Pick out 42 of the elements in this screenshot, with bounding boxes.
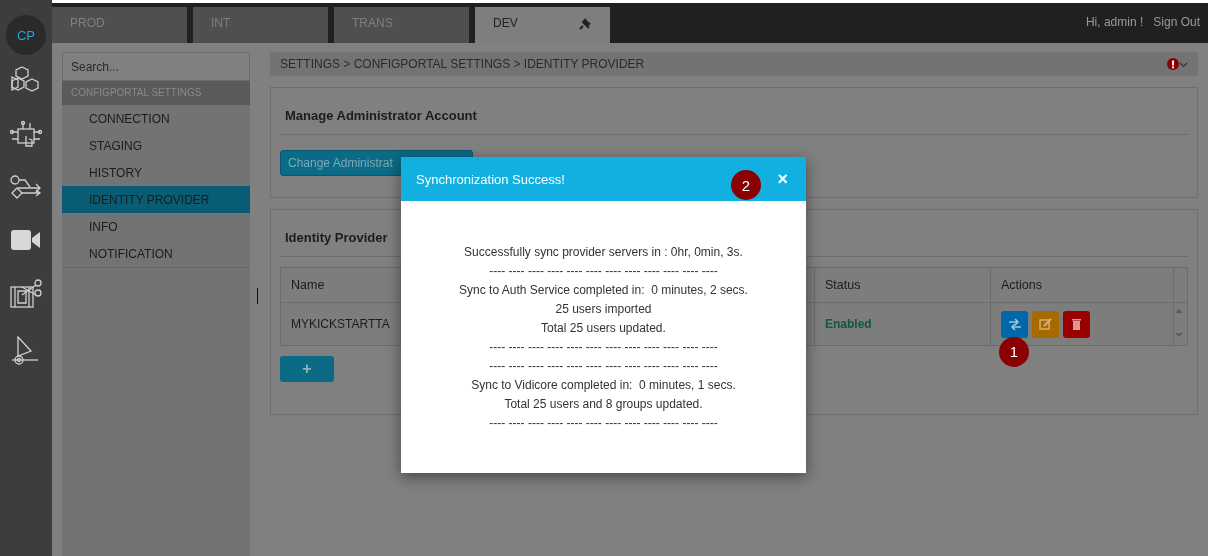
message-line: ---- ---- ---- ---- ---- ---- ---- ---- ---- ---- ---- ---- [488,415,719,432]
delete-button[interactable] [1063,310,1090,338]
message-line: Sync to Vidicore completed in: 0 minutes, 1 secs. [470,377,737,394]
scrollbar-arrows-icon [1174,306,1184,339]
film-scissors-icon[interactable] [10,279,42,309]
annotation-badge: 1 [999,336,1029,367]
column-header: Status [814,267,991,303]
panel-title: Manage Administrator Account [280,88,1188,135]
sign-out-link[interactable]: Sign Out [1153,15,1200,29]
environment-tab[interactable]: DEV [475,7,610,43]
text-cursor-icon [257,288,258,304]
nav-item[interactable]: NOTIFICATION [62,240,250,267]
cubes-icon[interactable] [10,65,42,93]
flow-arrows-icon[interactable] [10,175,42,201]
close-button[interactable]: × [777,168,788,190]
message-line: ---- ---- ---- ---- ---- ---- ---- ---- ---- ---- ---- ---- [488,358,719,375]
add-button[interactable]: + [280,356,334,382]
search-field[interactable]: Search... [62,52,250,81]
breadcrumb: SETTINGS > CONFIGPORTAL SETTINGS > IDENTITY PROVIDER [280,57,646,71]
touch-circuit-icon[interactable] [10,120,42,148]
message-line: Total 25 users and 8 groups updated. [503,396,704,413]
user-greeting: Hi, admin ! [1085,15,1144,29]
nav-item[interactable]: STAGING [62,132,250,159]
plug-icon [577,16,592,31]
nav-item[interactable]: IDENTITY PROVIDER [62,186,250,213]
trash-icon [1070,317,1083,331]
nav-item[interactable]: HISTORY [62,159,250,186]
column-header: Actions [990,267,1174,303]
chevron-down-icon[interactable] [1179,60,1188,68]
alert-icon[interactable] [1167,58,1179,70]
video-camera-icon[interactable] [10,228,42,252]
swap-arrows-icon [1008,317,1021,331]
edit-icon [1039,317,1052,331]
message-line: Sync to Auth Service completed in: 0 minutes, 2 secs. [458,282,749,299]
sync-button[interactable] [1001,310,1028,338]
annotation-badge: 2 [731,170,761,200]
message-line: Total 25 users updated. [540,320,667,337]
logo[interactable]: CP [6,15,46,55]
nav-item[interactable]: CONNECTION [62,105,250,132]
message-line: 25 users imported [554,301,653,318]
status-cell: Enabled [814,302,991,346]
nav-item[interactable]: INFO [62,213,250,240]
